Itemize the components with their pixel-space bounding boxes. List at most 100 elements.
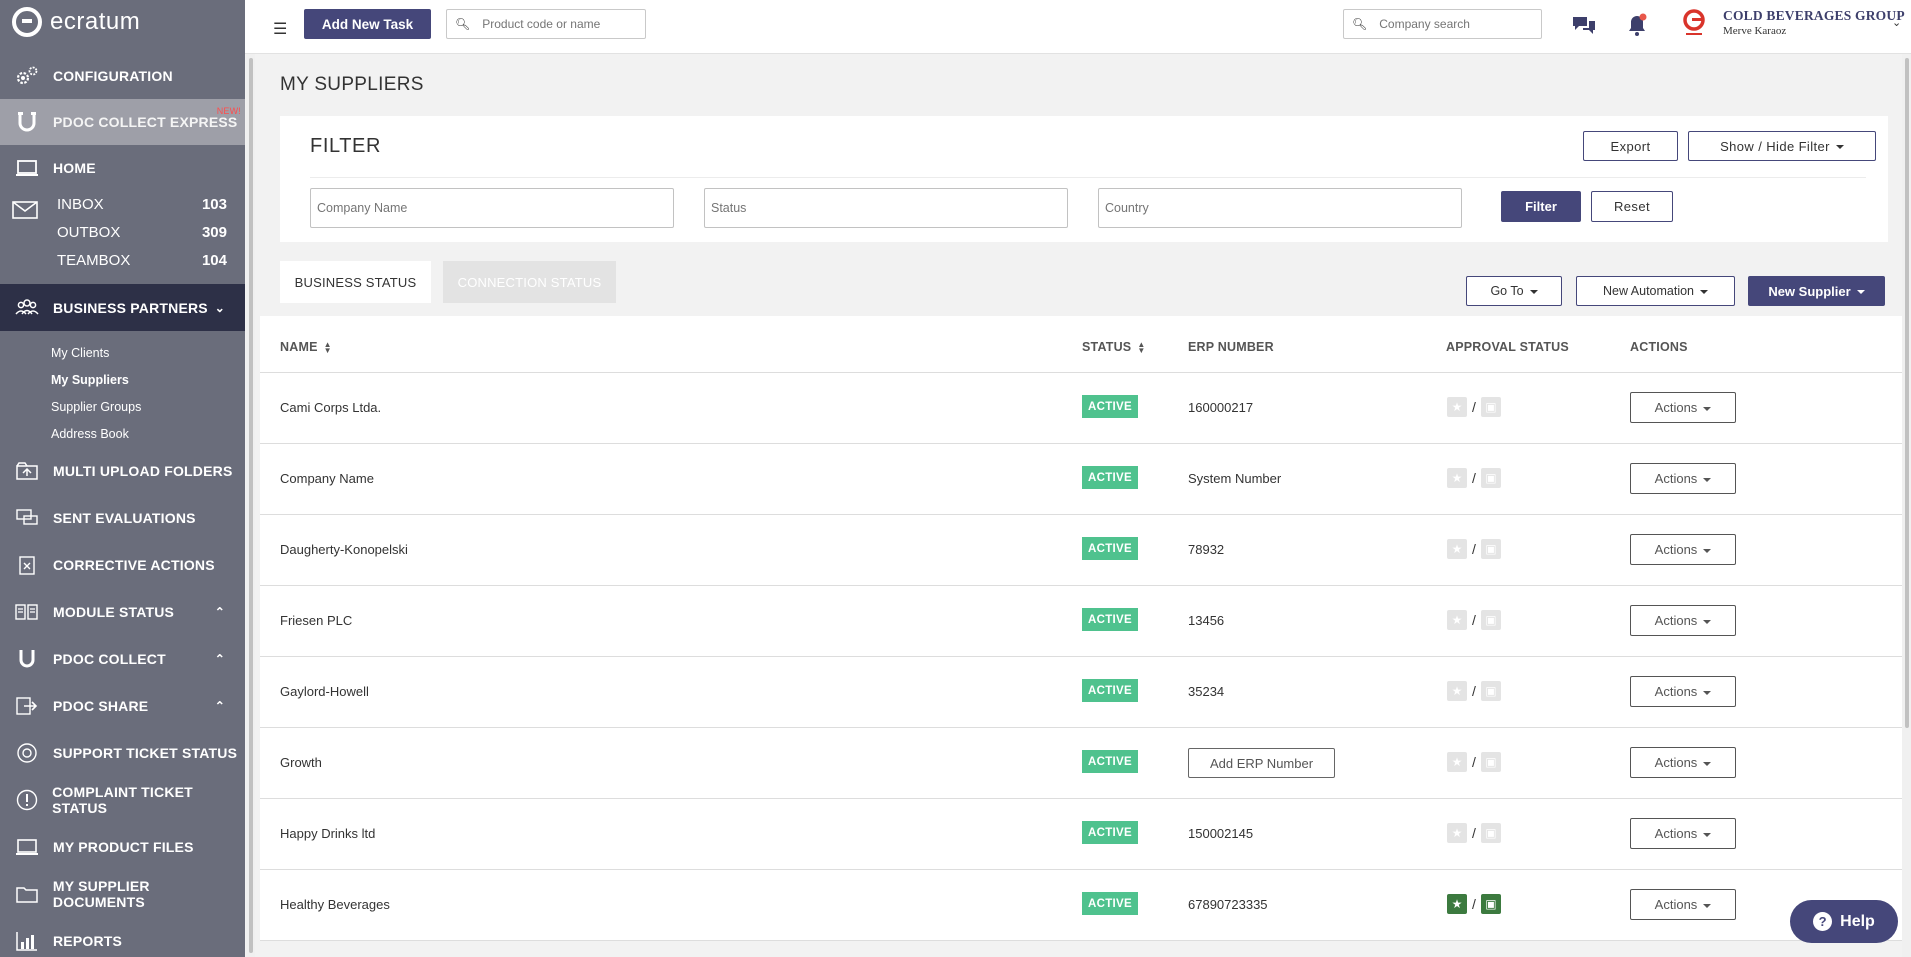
magnet-icon: [14, 648, 40, 670]
sidebar-item-home[interactable]: HOME: [0, 145, 245, 190]
sidebar-item-multi-upload-folders[interactable]: MULTI UPLOAD FOLDERS: [0, 447, 245, 494]
sidebar-item-configuration[interactable]: CONFIGURATION: [0, 52, 245, 99]
status-badge: ACTIVE: [1082, 466, 1138, 489]
sidebar-item-pdoc-share[interactable]: PDOC SHARE ⌃: [0, 682, 245, 729]
row-actions-button[interactable]: Actions: [1630, 605, 1736, 636]
country-filter-input[interactable]: [1098, 188, 1462, 228]
company-name[interactable]: COLD BEVERAGES GROUP: [1723, 8, 1905, 24]
row-actions-button[interactable]: Actions: [1630, 463, 1736, 494]
approval-separator: /: [1472, 825, 1476, 841]
column-header-name[interactable]: NAME ▲ ▼: [280, 340, 332, 354]
company-search-input[interactable]: [1379, 17, 1531, 31]
sidebar-item-complaint-ticket-status[interactable]: COMPLAINT TICKET STATUS: [0, 776, 245, 823]
app-logo[interactable]: ecratum: [0, 0, 245, 44]
sidebar-item-corrective-actions[interactable]: CORRECTIVE ACTIONS: [0, 541, 245, 588]
row-actions-button[interactable]: Actions: [1630, 392, 1736, 423]
sidebar-item-my-product-files[interactable]: MY PRODUCT FILES: [0, 823, 245, 870]
supplier-name[interactable]: Growth: [280, 755, 322, 770]
teambox-label: TEAMBOX: [57, 251, 131, 269]
status-badge: ACTIVE: [1082, 537, 1138, 560]
export-button[interactable]: Export: [1583, 131, 1678, 161]
sidebar-item-pdoc-collect-express[interactable]: PDOC COLLECT EXPRESS NEW!: [0, 99, 245, 145]
star-icon[interactable]: ★: [1447, 681, 1467, 701]
new-automation-button[interactable]: New Automation: [1576, 276, 1735, 306]
add-new-task-button[interactable]: Add New Task: [304, 9, 431, 39]
main-scroll-thumb[interactable]: [1905, 58, 1909, 728]
show-hide-filter-button[interactable]: Show / Hide Filter: [1688, 131, 1876, 161]
column-header-status[interactable]: STATUS ▲ ▼: [1082, 340, 1145, 354]
star-icon[interactable]: ★: [1447, 397, 1467, 417]
product-search-input[interactable]: [482, 17, 635, 31]
star-icon[interactable]: ★: [1447, 894, 1467, 914]
sidebar-item-my-supplier-documents[interactable]: MY SUPPLIER DOCUMENTS: [0, 870, 245, 917]
help-button[interactable]: ? Help: [1790, 900, 1898, 943]
help-label: Help: [1840, 912, 1875, 930]
status-filter-input[interactable]: [704, 188, 1068, 228]
company-name-filter-input[interactable]: [310, 188, 674, 228]
approval-status: ★ / ▣: [1447, 539, 1501, 559]
star-icon[interactable]: ★: [1447, 823, 1467, 843]
sidebar-item-sent-evaluations[interactable]: SENT EVALUATIONS: [0, 494, 245, 541]
row-actions-button[interactable]: Actions: [1630, 676, 1736, 707]
star-icon[interactable]: ★: [1447, 610, 1467, 630]
sidebar-item-label: HOME: [53, 159, 96, 176]
add-erp-number-button[interactable]: Add ERP Number: [1188, 748, 1335, 778]
sidebar-item-module-status[interactable]: MODULE STATUS ⌃: [0, 588, 245, 635]
tab-connection-status[interactable]: CONNECTION STATUS: [443, 261, 616, 303]
approval-separator: /: [1472, 754, 1476, 770]
product-search: 🔍︎: [446, 9, 646, 39]
bell-icon[interactable]: [1626, 12, 1648, 41]
star-icon[interactable]: ★: [1447, 539, 1467, 559]
filter-button[interactable]: Filter: [1501, 191, 1581, 222]
cart-icon[interactable]: ▣: [1480, 823, 1501, 843]
sub-item-my-clients[interactable]: My Clients: [0, 339, 245, 366]
supplier-name[interactable]: Friesen PLC: [280, 613, 352, 628]
supplier-name[interactable]: Gaylord-Howell: [280, 684, 369, 699]
row-actions-button[interactable]: Actions: [1630, 889, 1736, 920]
row-actions-button[interactable]: Actions: [1630, 818, 1736, 849]
row-actions-label: Actions: [1654, 400, 1698, 415]
sidebar-item-support-ticket-status[interactable]: SUPPORT TICKET STATUS: [0, 729, 245, 776]
supplier-name[interactable]: Daugherty-Konopelski: [280, 542, 408, 557]
outbox-label: OUTBOX: [57, 223, 121, 241]
sub-item-my-suppliers[interactable]: My Suppliers: [0, 366, 245, 393]
cart-icon[interactable]: ▣: [1480, 539, 1501, 559]
cart-icon[interactable]: ▣: [1480, 681, 1501, 701]
supplier-name[interactable]: Company Name: [280, 471, 374, 486]
teambox-link[interactable]: TEAMBOX 104: [0, 246, 245, 274]
cart-icon[interactable]: ▣: [1480, 468, 1501, 488]
supplier-name[interactable]: Cami Corps Ltda.: [280, 400, 381, 415]
cart-icon[interactable]: ▣: [1480, 894, 1501, 914]
status-badge: ACTIVE: [1082, 750, 1138, 773]
star-icon[interactable]: ★: [1447, 752, 1467, 772]
question-icon: ?: [1813, 912, 1833, 931]
cart-icon[interactable]: ▣: [1480, 397, 1501, 417]
sidebar-item-reports[interactable]: REPORTS: [0, 917, 245, 957]
reset-button[interactable]: Reset: [1591, 191, 1673, 222]
sidebar-item-business-partners[interactable]: BUSINESS PARTNERS ⌄: [0, 284, 245, 331]
column-header-label: STATUS: [1082, 340, 1132, 354]
row-actions-button[interactable]: Actions: [1630, 534, 1736, 565]
erp-number: System Number: [1188, 471, 1282, 486]
supplier-name[interactable]: Healthy Beverages: [280, 897, 390, 912]
menu-toggle-icon[interactable]: ☰: [273, 19, 287, 39]
user-name[interactable]: Merve Karaoz: [1723, 25, 1786, 37]
approval-separator: /: [1472, 896, 1476, 912]
new-supplier-button[interactable]: New Supplier: [1748, 276, 1885, 306]
supplier-name[interactable]: Happy Drinks ltd: [280, 826, 375, 841]
cart-icon[interactable]: ▣: [1480, 752, 1501, 772]
sidebar-item-pdoc-collect[interactable]: PDOC COLLECT ⌃: [0, 635, 245, 682]
people-icon: [14, 297, 40, 319]
row-actions-label: Actions: [1654, 542, 1698, 557]
chevron-down-icon[interactable]: ⌄: [1892, 16, 1901, 29]
star-icon[interactable]: ★: [1447, 468, 1467, 488]
erp-number: 35234: [1188, 684, 1225, 699]
tab-business-status[interactable]: BUSINESS STATUS: [280, 261, 431, 303]
go-to-button[interactable]: Go To: [1466, 276, 1562, 306]
sub-item-supplier-groups[interactable]: Supplier Groups: [0, 393, 245, 420]
cart-icon[interactable]: ▣: [1480, 610, 1501, 630]
row-actions-button[interactable]: Actions: [1630, 747, 1736, 778]
sub-item-address-book[interactable]: Address Book: [0, 420, 245, 447]
sidebar-scroll-thumb[interactable]: [249, 58, 253, 953]
chat-icon[interactable]: [1571, 14, 1597, 39]
